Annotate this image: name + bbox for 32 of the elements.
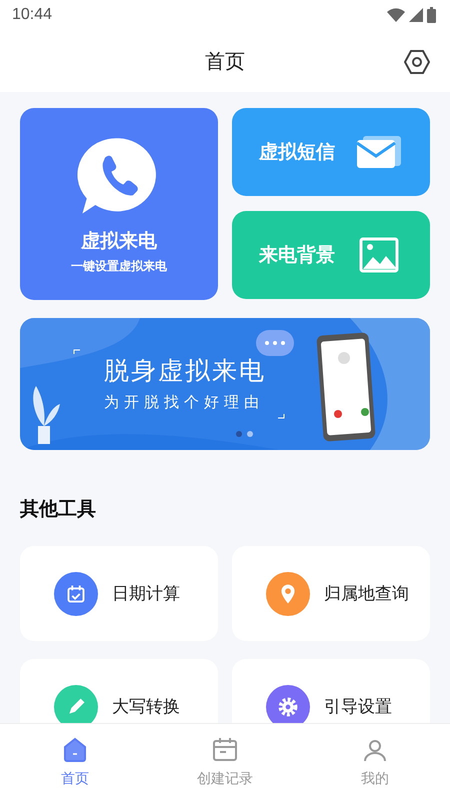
wifi-icon — [387, 8, 405, 22]
tool-label: 归属地查询 — [324, 583, 409, 605]
calendar-icon — [211, 736, 239, 764]
tool-card[interactable]: 大写转换 — [20, 659, 218, 723]
sms-card[interactable]: 虚拟短信 — [232, 108, 430, 196]
tool-card[interactable]: 归属地查询 — [232, 546, 430, 641]
call-card[interactable]: 虚拟来电 一键设置虚拟来电 — [20, 108, 218, 300]
house-icon — [61, 736, 89, 764]
tool-label: 大写转换 — [112, 696, 180, 718]
card-subtitle: 一键设置虚拟来电 — [71, 258, 167, 274]
background-card[interactable]: 来电背景 — [232, 211, 430, 299]
banner-subtitle: 为开脱找个好理由 — [104, 393, 265, 412]
nav-tab[interactable]: 首页 — [0, 724, 150, 800]
page-title: 首页 — [205, 48, 245, 74]
envelope-icon — [355, 134, 403, 170]
signal-icon — [409, 8, 423, 22]
settings-button[interactable] — [404, 49, 430, 75]
card-title: 来电背景 — [259, 243, 335, 268]
battery-icon — [427, 7, 436, 23]
status-time: 10:44 — [12, 6, 52, 24]
tool-card[interactable]: 引导设置 — [232, 659, 430, 723]
card-title: 虚拟来电 — [80, 228, 158, 254]
tool-card[interactable]: 日期计算 — [20, 546, 218, 641]
section-title: 其他工具 — [20, 497, 97, 522]
promo-banner[interactable]: 脱身虚拟来电 为开脱找个好理由 — [20, 318, 430, 450]
nav-tab[interactable]: 我的 — [300, 724, 450, 800]
plant-drawing — [33, 386, 60, 444]
nav-tab[interactable]: 创建记录 — [150, 724, 300, 800]
tool-label: 引导设置 — [324, 696, 392, 718]
tool-label: 日期计算 — [112, 583, 180, 605]
card-title: 虚拟短信 — [259, 140, 335, 165]
banner-title: 脱身虚拟来电 — [104, 355, 266, 387]
